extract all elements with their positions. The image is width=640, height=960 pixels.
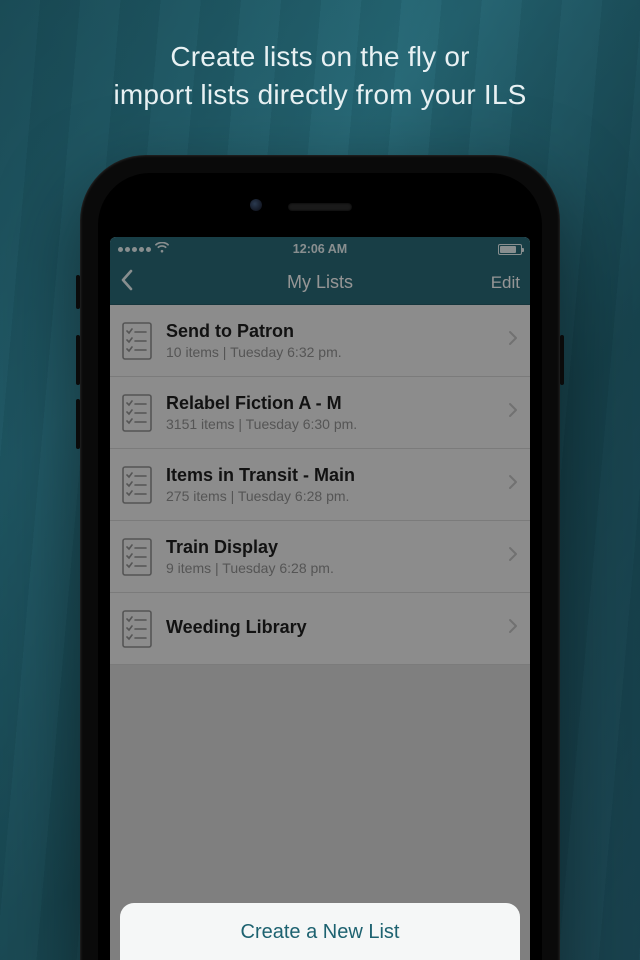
create-new-list-button[interactable]: Create a New List (120, 903, 520, 960)
phone-speaker (288, 203, 352, 211)
headline-line-2: import lists directly from your ILS (113, 79, 526, 110)
phone-bezel: 12:06 AM My Lists Edit (98, 173, 542, 960)
marketing-headline: Create lists on the fly or import lists … (0, 38, 640, 114)
action-sheet-group: Create a New List Import a List (120, 903, 520, 960)
phone-power-button (560, 335, 564, 385)
phone-frame: 12:06 AM My Lists Edit (80, 155, 560, 960)
headline-line-1: Create lists on the fly or (170, 41, 469, 72)
modal-backdrop[interactable] (110, 237, 530, 960)
action-sheet: Create a New List Import a List Cancel (120, 903, 520, 960)
phone-volume-down (76, 399, 80, 449)
phone-camera (250, 199, 262, 211)
phone-volume-up (76, 335, 80, 385)
phone-mute-switch (76, 275, 80, 309)
screen: 12:06 AM My Lists Edit (110, 237, 530, 960)
